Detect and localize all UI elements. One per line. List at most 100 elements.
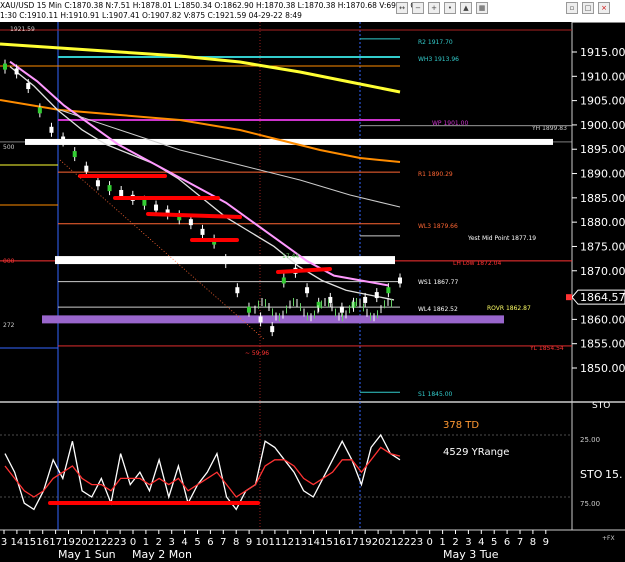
price-tick-label: 1870.00	[580, 265, 625, 278]
level-label-15: 1921.59	[10, 26, 35, 33]
time-tick-label: 11	[269, 537, 282, 548]
corner-label: +FX	[602, 535, 615, 542]
time-tick-label: 6	[504, 537, 510, 548]
level-label-16: 000	[3, 258, 15, 265]
price-candle	[374, 292, 379, 299]
price-candle	[142, 199, 147, 206]
level-label-0: R2 1917.70	[418, 39, 453, 46]
price-panel	[0, 22, 572, 400]
time-tick-label: 1	[143, 537, 149, 548]
current-price-marker	[566, 294, 572, 301]
price-candle	[339, 306, 344, 313]
time-tick-label: 1	[439, 537, 445, 548]
time-tick-label: 22	[101, 537, 114, 548]
day-label: May 3 Tue	[443, 548, 499, 561]
time-tick-label: 16	[333, 537, 346, 548]
price-candle	[305, 287, 310, 294]
time-tick-label: 4	[478, 537, 484, 548]
level-label-12: ~ 59.96	[245, 350, 269, 357]
level-label-10: WL4 1862.52	[418, 306, 458, 313]
time-tick-label: 16	[36, 537, 49, 548]
price-candle	[84, 165, 89, 172]
price-candle	[398, 277, 402, 284]
level-label-3: YH 1899.83	[531, 125, 567, 132]
price-candle	[14, 68, 19, 75]
price-tick-label: 1890.00	[580, 168, 625, 181]
level-label-2: WP 1901.00	[432, 120, 468, 127]
price-candle	[119, 189, 124, 196]
time-tick-label: 7	[220, 537, 226, 548]
price-tick-label: 1905.00	[580, 95, 625, 108]
time-tick-label: 6	[207, 537, 213, 548]
sto-name: STO	[580, 468, 603, 481]
time-tick-label: 21	[88, 537, 101, 548]
time-tick-label: 7	[517, 537, 523, 548]
time-tick-label: 19	[359, 537, 372, 548]
time-tick-label: 20	[75, 537, 88, 548]
day-label: May 1 Sun	[58, 548, 116, 561]
price-candle	[200, 228, 205, 235]
price-candle	[61, 136, 66, 143]
time-tick-label: 9	[543, 537, 549, 548]
price-candle	[72, 151, 77, 158]
time-tick-label: 21	[385, 537, 398, 548]
level-label-11: ROVR 1862.87	[487, 305, 531, 312]
stochastic-line	[4, 433, 401, 511]
price-tick-label: 1910.00	[580, 70, 625, 83]
td-label: 378 TD	[443, 420, 479, 431]
time-tick-label: 14	[11, 537, 24, 548]
price-tick-label: 1850.00	[580, 362, 625, 375]
level-label-5: WL3 1879.66	[418, 223, 458, 230]
price-candle	[107, 185, 112, 192]
time-tick-label: 17	[346, 537, 359, 548]
time-tick-label: 15	[320, 537, 333, 548]
time-tick-label: 23	[410, 537, 423, 548]
price-candle	[95, 180, 100, 187]
osc-tick-25: 25.00	[580, 436, 600, 444]
time-tick-label: 13	[294, 537, 307, 548]
time-tick-label: 23	[114, 537, 127, 548]
price-tick-label: 1915.00	[580, 46, 625, 59]
price-candle	[49, 126, 54, 133]
price-tick-label: 1875.00	[580, 240, 625, 253]
yrange-label: 4529 YRange	[443, 447, 509, 458]
level-label-1: WH3 1913.96	[418, 56, 459, 63]
price-candle	[246, 306, 251, 313]
time-tick-label: 4	[181, 537, 187, 548]
price-tick-label: 1880.00	[580, 216, 625, 229]
time-tick-label: 22	[398, 537, 411, 548]
time-tick-label: 12	[281, 537, 294, 548]
price-tick-label: 1855.00	[580, 338, 625, 351]
time-tick-label: 19	[62, 537, 75, 548]
level-label-18: 272	[3, 322, 15, 329]
time-tick-label: 8	[530, 537, 536, 548]
level-label-7: LH Low 1872.04	[453, 260, 501, 267]
level-label-6: Yest Mid Point 1877.19	[467, 235, 536, 242]
price-candle	[223, 258, 228, 265]
level-label-14: S1 1845.00	[418, 391, 453, 398]
price-chart[interactable]: R2 1917.70 WH3 1913.96 WP 1901.00 YH 1899.8…	[0, 0, 625, 562]
level-label-9: WS1 1867.77	[418, 279, 458, 286]
time-tick-label: 8	[233, 537, 239, 548]
time-tick-label: 2	[156, 537, 162, 548]
time-tick-label: 15	[23, 537, 36, 548]
time-tick-label: 2	[452, 537, 458, 548]
level-label-8: 17.44	[282, 253, 299, 260]
day-label: May 2 Mon	[132, 548, 192, 561]
price-tick-label: 1900.00	[580, 119, 625, 132]
osc-tick-75: 75.00	[580, 500, 600, 508]
time-tick-label: 5	[194, 537, 200, 548]
level-label-13: YL 1854.54	[529, 345, 564, 352]
time-tick-label: 3	[465, 537, 471, 548]
price-candle	[3, 63, 7, 70]
time-tick-label: 20	[372, 537, 385, 548]
sto-value: 15.	[605, 468, 623, 481]
price-candle	[188, 219, 193, 226]
time-tick-label: 3	[169, 537, 175, 548]
price-candle	[386, 287, 391, 294]
purple-band	[42, 315, 504, 324]
price-candle	[316, 301, 321, 308]
price-tick-label: 1885.00	[580, 192, 625, 205]
time-tick-label: 5	[491, 537, 497, 548]
time-tick-label: 10	[256, 537, 269, 548]
